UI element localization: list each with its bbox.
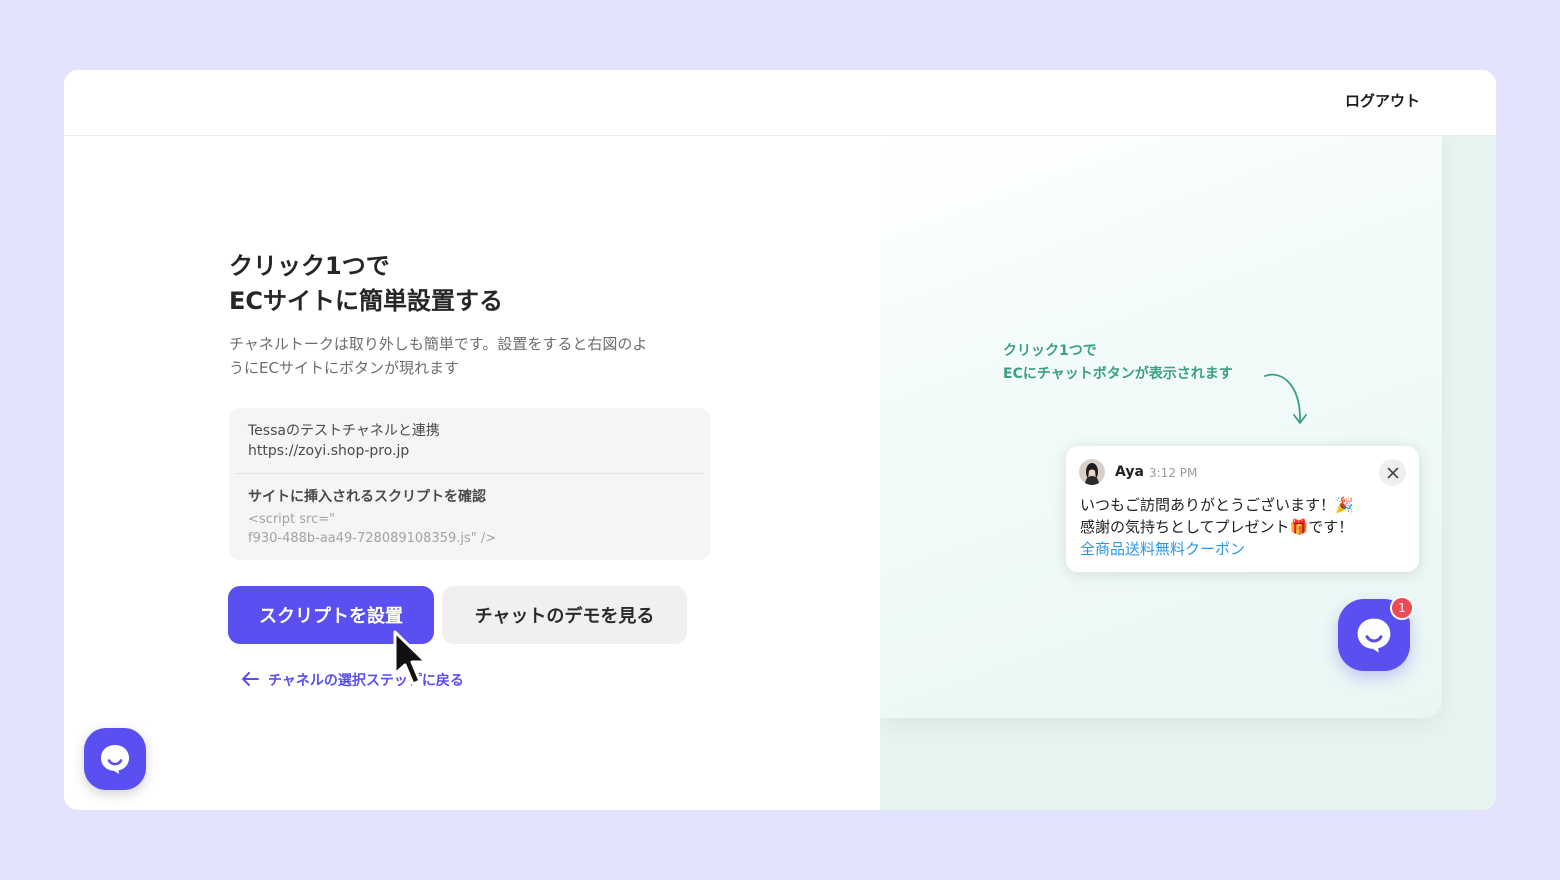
annotation-line-2: ECにチャットボタンが表示されます <box>1003 366 1233 382</box>
arrow-left-icon <box>240 670 260 690</box>
mouse-pointer-icon <box>393 630 428 686</box>
channel-info-box: Tessaのテストチャネルと連携 https://zoyi.shop-pro.j… <box>229 408 710 560</box>
popup-message: いつもご訪問ありがとうございます！🎉 感謝の気持ちとしてプレゼント🎁です！ 全商… <box>1080 494 1354 560</box>
script-line-2: f930-488b-aa49-728089108359.js" /> <box>248 531 497 546</box>
close-popup-button[interactable] <box>1379 459 1406 486</box>
script-heading: サイトに挿入されるスクリプトを確認 <box>248 489 486 505</box>
chat-message-popup[interactable]: Aya 3:12 PM いつもご訪問ありがとうございます！🎉 感謝の気持ちとして… <box>1066 446 1419 572</box>
message-line-2: 感謝の気持ちとしてプレゼント🎁です！ <box>1080 518 1354 536</box>
info-divider <box>235 473 704 474</box>
top-header: ログアウト <box>64 70 1496 136</box>
channel-url: https://zoyi.shop-pro.jp <box>248 443 410 459</box>
title-line-1: クリック1つで <box>229 252 390 280</box>
preview-annotation: クリック1つで ECにチャットボタンが表示されます <box>1003 340 1233 386</box>
page-description: チャネルトークは取り外しも簡単です。設置をすると右図のよ うにECサイトにボタン… <box>229 332 719 380</box>
curved-arrow-icon <box>1264 373 1307 424</box>
message-line-1: いつもご訪問ありがとうございます！🎉 <box>1080 496 1354 514</box>
view-chat-demo-button[interactable]: チャットのデモを見る <box>442 586 687 644</box>
unread-badge: 1 <box>1390 596 1414 620</box>
logout-button[interactable]: ログアウト <box>1345 90 1420 111</box>
channel-info: Tessaのテストチャネルと連携 https://zoyi.shop-pro.j… <box>248 421 440 461</box>
back-link-label: チャネルの選択ステップに戻る <box>268 673 464 689</box>
page-title: クリック1つで ECサイトに簡単設置する <box>229 249 503 319</box>
chat-bubble-icon <box>1357 618 1391 653</box>
coupon-link[interactable]: 全商品送料無料クーポン <box>1080 538 1354 560</box>
script-line-1: <script src=" <box>248 512 336 527</box>
annotation-line-1: クリック1つで <box>1003 343 1097 359</box>
close-icon <box>1387 467 1398 478</box>
chat-bubble-icon <box>101 745 129 774</box>
script-snippet: <script src=" f930-488b-aa49-72808910835… <box>248 510 496 548</box>
channel-name: Tessaのテストチャネルと連携 <box>248 423 440 439</box>
description-line-1: チャネルトークは取り外しも簡単です。設置をすると右図のよ <box>229 335 648 353</box>
preview-area: クリック1つで ECにチャットボタンが表示されます Aya 3:12 PM いつ… <box>880 136 1496 810</box>
setup-panel: クリック1つで ECサイトに簡単設置する チャネルトークは取り外しも簡単です。設… <box>64 136 880 810</box>
message-time: 3:12 PM <box>1149 466 1198 480</box>
description-line-2: うにECサイトにボタンが現れます <box>229 359 459 377</box>
sender-name: Aya <box>1115 464 1144 480</box>
avatar <box>1079 459 1105 485</box>
ec-site-preview: クリック1つで ECにチャットボタンが表示されます Aya 3:12 PM いつ… <box>880 136 1442 718</box>
title-line-2: ECサイトに簡単設置する <box>229 287 504 315</box>
app-window: ログアウト クリック1つで ECサイトに簡単設置する チャネルトークは取り外しも… <box>64 70 1496 810</box>
chat-launcher-button[interactable] <box>84 728 146 790</box>
